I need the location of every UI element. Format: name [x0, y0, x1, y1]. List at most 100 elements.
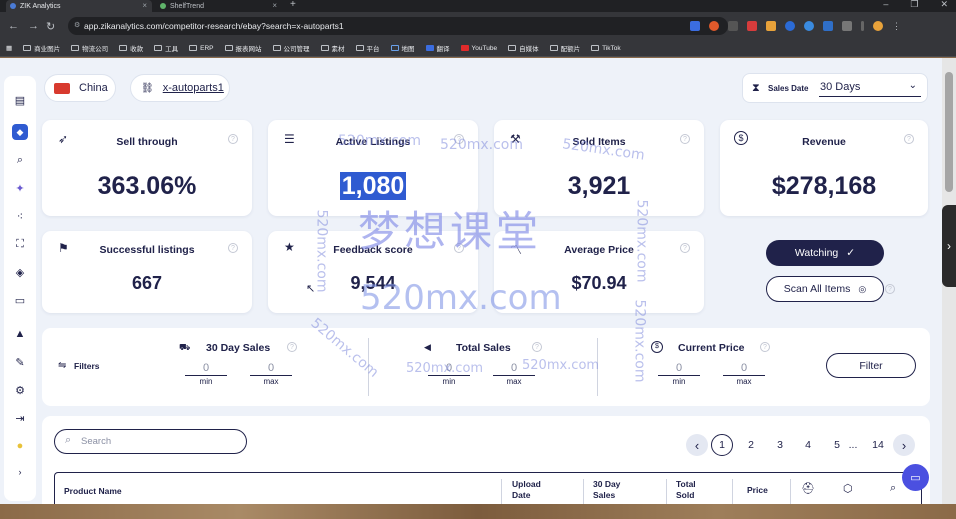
bookmark-item[interactable]: 报表网站 [224, 43, 262, 53]
bookmark-item[interactable]: ERP [189, 45, 214, 52]
help-icon[interactable]: ? [454, 243, 464, 253]
spy-icon[interactable]: ⛑ [801, 482, 815, 495]
bookmark-item[interactable]: 素材 [320, 43, 345, 53]
diamond-icon[interactable]: ◈ [12, 264, 28, 280]
search-input[interactable]: ⌕ Search [54, 429, 247, 454]
next-page-button[interactable]: › [893, 434, 915, 456]
forward-arrow-icon[interactable]: → [28, 20, 39, 32]
dashboard-icon[interactable]: ▤ [12, 92, 28, 108]
collapse-chevron-icon[interactable]: › [12, 464, 28, 480]
page-button-14[interactable]: 14 [867, 434, 889, 456]
help-icon[interactable]: ? [760, 342, 770, 352]
prev-page-button[interactable]: ‹ [686, 434, 708, 456]
extension-icon[interactable] [823, 21, 833, 31]
tools-icon[interactable]: ✎ [12, 354, 28, 370]
help-icon[interactable]: ? [228, 243, 238, 253]
sales-date-selector[interactable]: ⧗ Sales Date 30 Days ⌄ [742, 73, 928, 103]
bookmark-item[interactable]: 公司管理 [272, 43, 310, 53]
30-day-sales-min-input[interactable]: 0 min [185, 362, 227, 386]
extension-icon[interactable] [709, 21, 719, 31]
bookmark-item[interactable]: 平台 [355, 43, 380, 53]
puzzle-extensions-icon[interactable] [842, 21, 852, 31]
help-icon[interactable]: ? [532, 342, 542, 352]
watching-button[interactable]: Watching ✓ [766, 240, 884, 266]
bookmark-item[interactable]: YouTube [460, 45, 497, 52]
side-panel-toggle-arrow-icon[interactable]: › [942, 205, 956, 287]
maximize-icon[interactable]: ❐ [910, 0, 918, 10]
bookmark-label: 物流公司 [82, 46, 109, 53]
column-header-30-day-sales[interactable]: 30 Day Sales [593, 479, 633, 501]
minimize-icon[interactable]: – [883, 0, 888, 10]
frame-icon[interactable]: ⛶ [12, 236, 28, 252]
store-link[interactable]: x-autoparts1 [163, 82, 224, 94]
help-icon[interactable]: ? [454, 134, 464, 144]
column-header-product-name[interactable]: Product Name [64, 486, 122, 497]
30-day-sales-max-input[interactable]: 0 max [250, 362, 292, 386]
reload-icon[interactable]: ↻ [46, 20, 55, 33]
more-menu-icon[interactable]: ⋮ [892, 21, 902, 31]
store-icon[interactable]: ▭ [12, 292, 28, 308]
current-price-min-input[interactable]: 0 min [658, 362, 700, 386]
bookmark-item[interactable]: 商业图片 [23, 43, 60, 53]
current-price-max-input[interactable]: 0 max [723, 362, 765, 386]
profile-avatar-icon[interactable] [873, 21, 883, 31]
search-icon[interactable]: ⌕ [890, 482, 896, 495]
chat-bubble-icon[interactable]: ▭ [902, 464, 929, 491]
filter-button[interactable]: Filter [826, 353, 916, 378]
close-tab-icon[interactable]: × [272, 1, 277, 10]
tab-shelftrend[interactable]: ShelfTrend × [156, 0, 282, 12]
scrollbar-thumb[interactable] [945, 72, 953, 192]
page-button-2[interactable]: 2 [740, 434, 762, 456]
bookmark-item[interactable]: 翻译 [425, 43, 450, 53]
bookmark-item[interactable]: 物流公司 [71, 43, 108, 53]
page-button-3[interactable]: 3 [769, 434, 791, 456]
help-icon[interactable]: ? [680, 243, 690, 253]
extension-icon[interactable] [690, 21, 700, 31]
bookmark-item[interactable]: 自媒体 [508, 43, 539, 53]
box-icon[interactable]: ⬡ [843, 482, 853, 495]
graduation-cap-icon[interactable]: ▲ [12, 326, 28, 342]
bookmark-item[interactable]: TikTok [591, 45, 621, 52]
help-icon[interactable]: ? [885, 284, 895, 294]
logout-icon[interactable]: ⇥ [12, 410, 28, 426]
network-icon[interactable]: ⁖ [12, 208, 28, 224]
page-button-1[interactable]: 1 [711, 434, 733, 456]
competitor-research-icon[interactable]: ◆ [12, 124, 28, 140]
total-sales-max-input[interactable]: 0 max [493, 362, 535, 386]
column-header-price[interactable]: Price [747, 485, 768, 496]
close-window-icon[interactable]: ✕ [940, 0, 948, 10]
extension-icon[interactable] [804, 21, 814, 31]
search-placeholder: Search [81, 436, 112, 447]
extension-icon[interactable] [747, 21, 757, 31]
page-button-4[interactable]: 4 [797, 434, 819, 456]
bookmark-item[interactable]: 地图 [390, 43, 415, 53]
bookmark-item[interactable]: 收款 [119, 43, 143, 53]
tab-zik-analytics[interactable]: ZIK Analytics × [6, 0, 152, 12]
address-bar[interactable]: ⚙ app.zikanalytics.com/competitor-resear… [68, 17, 728, 35]
bookmark-item[interactable]: 工具 [154, 43, 178, 53]
column-header-upload-date[interactable]: Upload Date [512, 479, 558, 501]
extension-icon[interactable] [785, 21, 795, 31]
column-header-total-sold[interactable]: Total Sold [676, 479, 710, 501]
country-chip[interactable]: China [44, 74, 116, 102]
gear-icon[interactable]: ⚙ [12, 382, 28, 398]
new-tab-plus-icon[interactable]: + [290, 0, 296, 10]
close-tab-icon[interactable]: × [142, 1, 147, 10]
bookmark-item[interactable]: 配额片 [549, 43, 580, 53]
store-chip[interactable]: ⛓ x-autoparts1 [130, 74, 230, 102]
help-icon[interactable]: ? [680, 134, 690, 144]
extension-icon[interactable] [766, 21, 776, 31]
total-sales-min-input[interactable]: 0 min [428, 362, 470, 386]
back-arrow-icon[interactable]: ← [8, 20, 19, 32]
help-icon[interactable]: ? [287, 342, 297, 352]
extensions-bar: ⋮ [690, 21, 902, 31]
star-icon[interactable]: ● [12, 438, 28, 454]
spy-icon[interactable]: ✦ [12, 180, 28, 196]
help-icon[interactable]: ? [904, 134, 914, 144]
help-icon[interactable]: ? [228, 134, 238, 144]
scan-all-items-button[interactable]: Scan All Items ◎ [766, 276, 884, 302]
sales-date-dropdown[interactable]: 30 Days ⌄ [819, 79, 921, 97]
search-icon[interactable]: ⌕ [12, 152, 28, 168]
extension-icon[interactable] [728, 21, 738, 31]
apps-grid-icon[interactable]: ▦ [6, 44, 12, 52]
